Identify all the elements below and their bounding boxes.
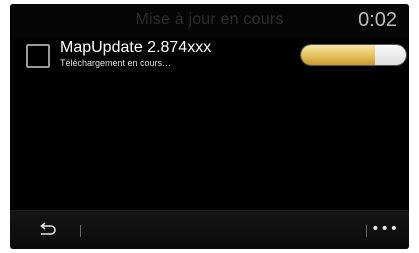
progress-fill [301, 45, 375, 65]
progress-track [374, 45, 406, 65]
update-status: Téléchargement en cours… [60, 58, 172, 68]
separator [366, 225, 367, 237]
separator [80, 225, 81, 237]
back-arrow-icon[interactable] [36, 221, 58, 239]
update-screen: Mise à jour en cours 0:02 MapUpdate 2.87… [10, 4, 409, 249]
more-options-icon[interactable]: ••• [371, 221, 399, 237]
header-bar: Mise à jour en cours 0:02 [10, 4, 409, 38]
clock: 0:02 [358, 9, 397, 31]
bottom-bar: ••• [10, 210, 409, 249]
update-name: MapUpdate 2.874xxx [60, 39, 212, 56]
page-title: Mise à jour en cours [135, 11, 284, 28]
update-checkbox[interactable] [26, 44, 50, 68]
download-progress-bar [300, 44, 407, 66]
